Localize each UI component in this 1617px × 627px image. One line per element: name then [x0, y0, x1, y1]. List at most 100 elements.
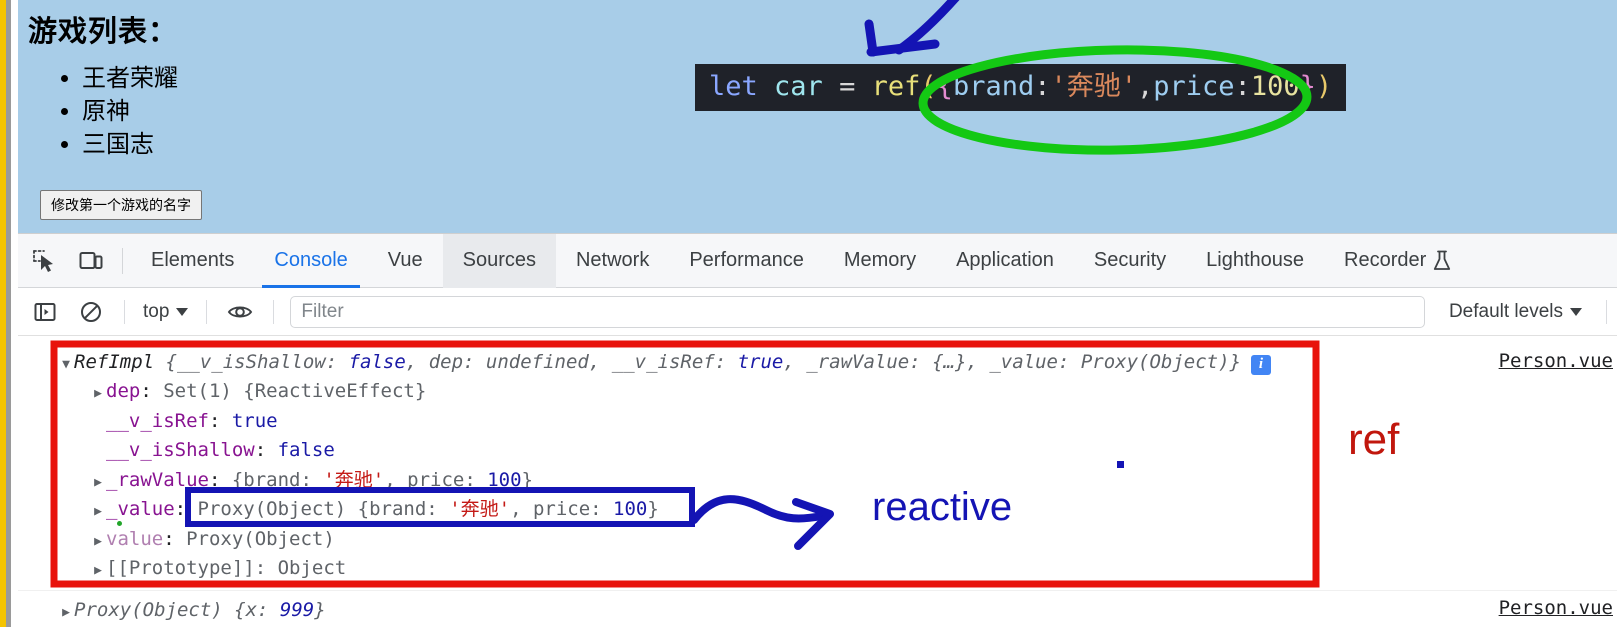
tab-label: Application [956, 249, 1054, 271]
list-item: 原神 [82, 95, 178, 128]
object-row-value-highlighted[interactable]: ▶ _value: Proxy(Object) {brand: '奔驰', pri… [58, 495, 1617, 524]
property-key: dep [106, 380, 141, 403]
tab-elements[interactable]: Elements [131, 234, 254, 288]
tab-console[interactable]: Console [254, 234, 367, 288]
inspect-element-icon[interactable] [22, 238, 68, 284]
tab-label: Performance [689, 249, 804, 271]
chevron-right-icon[interactable]: ▶ [90, 384, 106, 404]
browser-edge-white-strip [11, 0, 18, 627]
tab-label: Sources [462, 249, 536, 271]
console-toolbar: top Default levels [18, 288, 1617, 336]
preview-key-2: dep [428, 351, 464, 373]
code-token-comma: , [1137, 71, 1154, 102]
page-title: 游戏列表： [28, 16, 179, 48]
code-token-close-brace: } [1299, 71, 1316, 102]
code-token-close-paren: ) [1315, 71, 1333, 102]
tab-label: Elements [151, 249, 235, 271]
object-row[interactable]: ▶ value: Proxy(Object) [58, 520, 1617, 554]
source-link-person-vue[interactable]: Person.vue [1499, 350, 1613, 372]
code-token-colon-1: : [1034, 71, 1051, 102]
property-value: Proxy(Object) [186, 527, 335, 550]
chevron-right-icon[interactable]: ▶ [58, 603, 74, 623]
preview-key-4: _rawValue [806, 351, 910, 373]
tab-label: Console [274, 249, 348, 271]
code-token-colon-2: : [1234, 71, 1251, 102]
preview-key-1: __v_isShallow [176, 351, 326, 373]
tab-application[interactable]: Application [936, 234, 1074, 288]
object-row[interactable]: ▶ [[Prototype]]: Object [58, 554, 1617, 583]
property-key: _value [106, 498, 175, 521]
live-expression-icon[interactable] [217, 289, 263, 335]
code-token-ref: ref [871, 71, 921, 102]
tab-vue[interactable]: Vue [368, 234, 443, 288]
console-entry-header[interactable]: ▶Proxy(Object) {x: 999}Proxy(Object) {x:… [58, 596, 1617, 625]
tab-label: Security [1093, 249, 1167, 271]
source-link-person-vue[interactable]: Person.vue [1499, 597, 1613, 619]
property-value: true [231, 409, 278, 432]
reactive-annotation-label: reactive [872, 485, 1013, 529]
tab-sources[interactable]: Sources [442, 233, 556, 288]
console-filter-input[interactable] [290, 295, 1425, 328]
console-entry-header[interactable]: ▼ RefImpl {__v_isShallow: false, dep: und… [58, 348, 1617, 377]
property-key: value [106, 527, 164, 550]
preview-val-1: false [348, 351, 406, 373]
chevron-right-icon[interactable]: ▶ [90, 532, 106, 552]
game-list: 王者荣耀 原神 三国志 [48, 62, 178, 161]
tab-security[interactable]: Security [1074, 234, 1186, 288]
preview-val-2: undefined [485, 351, 589, 373]
chevron-right-icon[interactable]: ▶ [90, 473, 106, 493]
console-sidebar-icon[interactable] [22, 289, 68, 335]
code-token-open-paren: ( [920, 71, 937, 102]
property-value: false [277, 439, 335, 462]
code-token-brand-key: brand [952, 71, 1035, 102]
toolbar-divider-2 [206, 299, 208, 324]
tab-performance[interactable]: Performance [669, 234, 824, 288]
toolbar-divider-3 [273, 299, 275, 324]
code-token-let: let [709, 71, 758, 102]
tab-label: Lighthouse [1206, 249, 1305, 271]
device-toolbar-icon[interactable] [68, 238, 114, 284]
preview-val-4: {…} [932, 351, 967, 373]
code-snippet-overlay: let car = ref({brand:'奔驰',price:100}) [695, 64, 1347, 112]
object-row[interactable]: ▶_rawValue: {brand: '奔驰', price: 100}{br… [58, 466, 1617, 495]
info-badge-icon[interactable]: i [1251, 354, 1272, 375]
chevron-down-icon[interactable]: ▼ [58, 355, 74, 375]
getter-indicator-dot [117, 520, 122, 526]
tab-label: Vue [387, 249, 423, 271]
property-key: __v_isShallow [106, 439, 255, 462]
tab-label: Recorder [1344, 249, 1427, 271]
console-entry-refimpl[interactable]: ▼ RefImpl {__v_isShallow: false, dep: und… [18, 344, 1617, 591]
tab-recorder[interactable]: Recorder [1324, 234, 1471, 288]
chevron-down-icon [176, 307, 189, 316]
code-token-price-key: price [1153, 71, 1235, 102]
tab-label: Memory [843, 249, 917, 271]
console-level-value: Default levels [1448, 300, 1563, 322]
chevron-down-icon [1570, 307, 1582, 316]
preview-open-brace: { [165, 351, 177, 373]
console-context-value: top [143, 300, 170, 322]
tab-label: Network [575, 249, 650, 271]
preview-close-brace: } [1229, 351, 1242, 373]
chevron-right-icon[interactable]: ▶ [90, 502, 106, 522]
console-level-selector[interactable]: Default levels [1435, 301, 1596, 323]
console-entry-proxy[interactable]: ▶Proxy(Object) {x: 999}Proxy(Object) {x:… [18, 591, 1617, 627]
browser-edge-gray-strip [6, 0, 11, 627]
code-token-equals: = [839, 71, 856, 102]
toolbar-divider-4 [1606, 299, 1607, 324]
clear-console-icon[interactable] [68, 289, 114, 335]
property-key: _rawValue [106, 468, 209, 491]
tab-memory[interactable]: Memory [824, 234, 936, 288]
object-row[interactable]: ▶ dep: Set(1) {ReactiveEffect} [58, 377, 1617, 406]
tab-lighthouse[interactable]: Lighthouse [1186, 234, 1324, 288]
code-token-price-value: 100 [1250, 71, 1300, 102]
console-context-selector[interactable]: top [135, 299, 196, 325]
preview-key-3: __v_isRef [611, 351, 715, 373]
toolbar-divider-1 [124, 299, 125, 324]
tabbar-divider [122, 247, 123, 274]
chevron-right-icon[interactable]: ▶ [90, 561, 106, 581]
devtools-tabbar: Elements Console Vue Sources Network Per… [18, 233, 1617, 288]
property-key: __v_isRef [106, 409, 209, 432]
tab-network[interactable]: Network [556, 234, 669, 288]
rename-first-game-button[interactable]: 修改第一个游戏的名字 [40, 190, 202, 220]
preview-key-5: _value [989, 351, 1058, 373]
